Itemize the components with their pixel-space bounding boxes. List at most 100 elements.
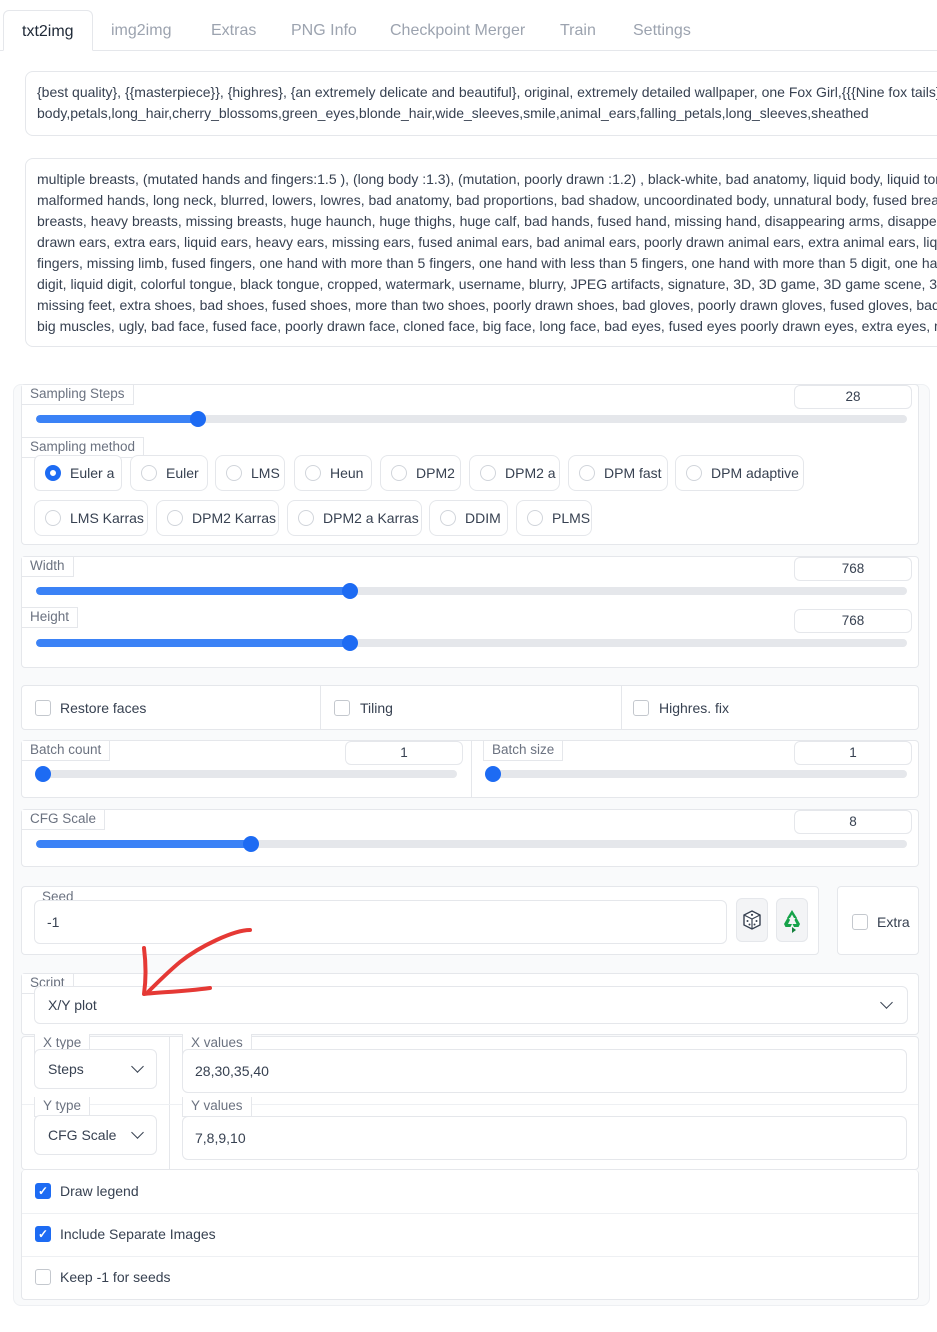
divider xyxy=(320,686,321,729)
xy-plot-block: X type Steps X values 28,30,35,40 Y type… xyxy=(21,1034,919,1170)
radio-plms[interactable]: PLMS xyxy=(516,500,592,536)
batch-size-slider[interactable] xyxy=(486,770,907,778)
highres-fix-checkbox[interactable] xyxy=(633,700,649,716)
reuse-seed-button[interactable] xyxy=(776,898,808,942)
divider xyxy=(22,1256,918,1257)
keep-seeds-checkbox[interactable] xyxy=(35,1269,51,1285)
radio-label: LMS xyxy=(251,465,280,481)
x-values-input[interactable]: 28,30,35,40 xyxy=(182,1049,907,1093)
cfg-block: CFG Scale 8 xyxy=(21,809,919,867)
radio-dot xyxy=(167,510,183,526)
script-selected-value: X/Y plot xyxy=(48,997,97,1013)
highres-fix-label: Highres. fix xyxy=(659,700,730,716)
extra-seed-checkbox[interactable] xyxy=(852,914,868,930)
radio-dot xyxy=(440,510,456,526)
width-handle[interactable] xyxy=(341,583,358,599)
restore-faces-checkbox[interactable] xyxy=(35,700,51,716)
cfg-scale-slider[interactable] xyxy=(36,840,907,848)
radio-dot xyxy=(579,465,595,481)
radio-label: DDIM xyxy=(465,510,501,526)
negative-prompt-textarea[interactable]: multiple breasts, (mutated hands and fin… xyxy=(25,158,937,347)
tab-img2img[interactable]: img2img xyxy=(111,10,171,50)
batch-count-handle[interactable] xyxy=(35,766,51,782)
tab-txt2img[interactable]: txt2img xyxy=(3,10,93,51)
radio-dot xyxy=(527,510,543,526)
options-checkbox-row: Restore faces Tiling Highres. fix xyxy=(21,685,919,730)
y-values-label: Y values xyxy=(182,1097,252,1117)
batch-count-number[interactable]: 1 xyxy=(345,741,463,765)
include-separate-images-checkbox[interactable]: ✓ xyxy=(35,1226,51,1242)
cfg-scale-fill xyxy=(36,840,252,848)
radio-dot xyxy=(298,510,314,526)
height-slider[interactable] xyxy=(36,639,907,647)
radio-lms[interactable]: LMS xyxy=(215,455,285,491)
radio-dpm2-a[interactable]: DPM2 a xyxy=(469,455,560,491)
cfg-scale-handle[interactable] xyxy=(243,836,260,852)
radio-dpm-fast[interactable]: DPM fast xyxy=(568,455,668,491)
x-type-dropdown[interactable]: Steps xyxy=(34,1049,157,1089)
dice-icon xyxy=(743,910,761,930)
batch-block: Batch count 1 Batch size 1 xyxy=(21,740,919,798)
draw-legend-label: Draw legend xyxy=(60,1183,139,1199)
cfg-scale-label: CFG Scale xyxy=(22,810,106,830)
chevron-down-icon xyxy=(131,1060,144,1073)
divider xyxy=(471,741,472,797)
batch-size-handle[interactable] xyxy=(485,766,501,782)
radio-label: DPM2 Karras xyxy=(192,510,277,526)
radio-dot xyxy=(391,465,407,481)
radio-euler-a[interactable]: Euler a xyxy=(34,455,122,491)
batch-size-number[interactable]: 1 xyxy=(794,741,912,765)
sampling-steps-slider[interactable] xyxy=(36,415,907,423)
width-slider[interactable] xyxy=(36,587,907,595)
radio-dpm2-karras[interactable]: DPM2 Karras xyxy=(156,500,279,536)
tab-settings[interactable]: Settings xyxy=(633,10,691,50)
radio-label: DPM2 a xyxy=(505,465,556,481)
sampling-steps-label: Sampling Steps xyxy=(22,385,134,405)
radio-label: DPM adaptive xyxy=(711,465,799,481)
radio-dpm-adaptive[interactable]: DPM adaptive xyxy=(675,455,804,491)
prompt-textarea[interactable]: {best quality}, {{masterpiece}}, {highre… xyxy=(25,71,937,136)
sampling-block: Sampling Steps 28 Sampling method Euler … xyxy=(21,384,919,545)
tiling-checkbox[interactable] xyxy=(334,700,350,716)
negative-prompt-line: missing feet, extra shoes, bad shoes, fu… xyxy=(37,297,937,313)
negative-prompt-line: digit, liquid digit, colorful tongue, bl… xyxy=(37,276,937,292)
radio-dpm2-a-karras[interactable]: DPM2 a Karras xyxy=(287,500,422,536)
radio-dot xyxy=(141,465,157,481)
width-number[interactable]: 768 xyxy=(794,557,912,581)
radio-label: DPM2 xyxy=(416,465,455,481)
radio-lms-karras[interactable]: LMS Karras xyxy=(34,500,148,536)
cfg-scale-number[interactable]: 8 xyxy=(794,810,912,834)
radio-dot xyxy=(305,465,321,481)
draw-legend-checkbox[interactable]: ✓ xyxy=(35,1183,51,1199)
radio-euler[interactable]: Euler xyxy=(130,455,208,491)
radio-heun[interactable]: Heun xyxy=(294,455,372,491)
tiling-label: Tiling xyxy=(360,700,393,716)
tab-png-info[interactable]: PNG Info xyxy=(291,10,357,50)
extra-seed-block: Extra xyxy=(837,886,919,955)
height-handle[interactable] xyxy=(341,635,358,651)
radio-dot xyxy=(686,465,702,481)
height-number[interactable]: 768 xyxy=(794,609,912,633)
tab-train[interactable]: Train xyxy=(560,10,596,50)
y-type-dropdown[interactable]: CFG Scale xyxy=(34,1115,157,1155)
divider xyxy=(169,1037,170,1169)
tab-extras[interactable]: Extras xyxy=(211,10,256,50)
chevron-down-icon xyxy=(880,996,893,1009)
batch-count-label: Batch count xyxy=(22,741,111,761)
batch-count-slider[interactable] xyxy=(36,770,457,778)
radio-dot xyxy=(45,510,61,526)
radio-label: DPM2 a Karras xyxy=(323,510,419,526)
radio-dpm2[interactable]: DPM2 xyxy=(380,455,461,491)
tab-checkpoint-merger[interactable]: Checkpoint Merger xyxy=(390,10,525,50)
random-seed-button[interactable] xyxy=(736,898,768,942)
radio-label: DPM fast xyxy=(604,465,662,481)
sampling-steps-handle[interactable] xyxy=(190,411,206,427)
radio-ddim[interactable]: DDIM xyxy=(429,500,508,536)
keep-seeds-label: Keep -1 for seeds xyxy=(60,1269,171,1285)
radio-label: Euler a xyxy=(70,465,115,481)
y-values-input[interactable]: 7,8,9,10 xyxy=(182,1116,907,1160)
radio-label: Heun xyxy=(330,465,364,481)
batch-size-label: Batch size xyxy=(483,741,564,761)
sampling-steps-number[interactable]: 28 xyxy=(794,385,912,409)
negative-prompt-line: multiple breasts, (mutated hands and fin… xyxy=(37,171,937,187)
